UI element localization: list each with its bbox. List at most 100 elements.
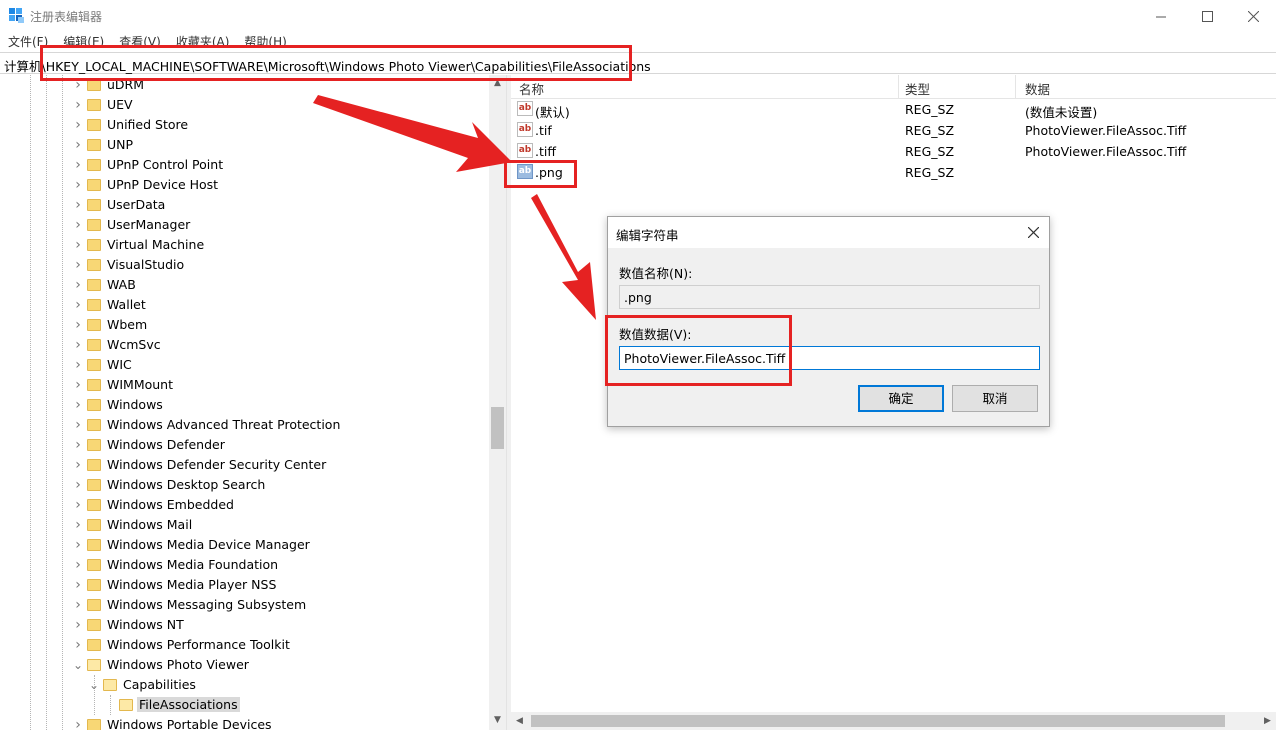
chevron-right-icon[interactable]: › <box>73 598 83 612</box>
tree-item[interactable]: ⌄ Capabilities <box>0 675 490 695</box>
chevron-right-icon[interactable]: › <box>73 458 83 472</box>
chevron-right-icon[interactable]: › <box>73 398 83 412</box>
tree-item[interactable]: › WIMMount <box>0 375 490 395</box>
tree-item[interactable]: ⌄ Windows Photo Viewer <box>0 655 490 675</box>
chevron-right-icon[interactable]: › <box>73 318 83 332</box>
scroll-down-icon[interactable]: ▼ <box>489 712 506 729</box>
chevron-right-icon[interactable]: › <box>73 258 83 272</box>
chevron-right-icon[interactable]: › <box>73 558 83 572</box>
list-item[interactable]: ab .tif REG_SZ PhotoViewer.FileAssoc.Tif… <box>511 120 1276 141</box>
scroll-left-icon[interactable]: ◀ <box>511 712 528 730</box>
tree-item[interactable]: › Windows Messaging Subsystem <box>0 595 490 615</box>
folder-icon <box>87 399 101 411</box>
tree-item[interactable]: › UserData <box>0 195 490 215</box>
chevron-right-icon[interactable]: › <box>73 538 83 552</box>
tree-item[interactable]: FileAssociations <box>0 695 490 715</box>
folder-icon <box>87 219 101 231</box>
tree-item-label: WcmSvc <box>107 337 161 352</box>
chevron-right-icon[interactable]: › <box>73 338 83 352</box>
tree-item[interactable]: › Windows Media Foundation <box>0 555 490 575</box>
chevron-right-icon[interactable]: › <box>73 478 83 492</box>
tree-item[interactable]: › UNP <box>0 135 490 155</box>
tree-item[interactable]: › WIC <box>0 355 490 375</box>
tree-item[interactable]: › UPnP Device Host <box>0 175 490 195</box>
tree-item[interactable]: › Windows Media Device Manager <box>0 535 490 555</box>
list-horizontal-scrollbar[interactable]: ◀ ▶ <box>511 712 1276 730</box>
tree-item[interactable]: › Windows NT <box>0 615 490 635</box>
close-button[interactable] <box>1230 0 1276 32</box>
tree-scroll-thumb[interactable] <box>491 407 504 449</box>
chevron-down-icon[interactable]: ⌄ <box>89 678 99 692</box>
tree-item[interactable]: › Windows Mail <box>0 515 490 535</box>
chevron-right-icon[interactable]: › <box>73 718 83 730</box>
tree-item[interactable]: › Wallet <box>0 295 490 315</box>
dialog-close-button[interactable] <box>1022 222 1044 244</box>
chevron-right-icon[interactable]: › <box>73 98 83 112</box>
tree-item[interactable]: › Windows Portable Devices <box>0 715 490 730</box>
chevron-right-icon[interactable]: › <box>73 498 83 512</box>
column-type[interactable]: 类型 <box>905 79 930 98</box>
chevron-right-icon[interactable]: › <box>73 138 83 152</box>
chevron-right-icon[interactable]: › <box>73 118 83 132</box>
tree-item[interactable]: › Windows Defender Security Center <box>0 455 490 475</box>
minimize-button[interactable] <box>1138 0 1184 32</box>
chevron-right-icon[interactable]: › <box>73 358 83 372</box>
chevron-right-icon[interactable]: › <box>73 418 83 432</box>
tree-item[interactable]: › Windows <box>0 395 490 415</box>
column-name[interactable]: 名称 <box>519 79 544 98</box>
maximize-button[interactable] <box>1184 0 1230 32</box>
tree-item[interactable]: › Windows Desktop Search <box>0 475 490 495</box>
chevron-right-icon[interactable]: › <box>73 578 83 592</box>
chevron-right-icon[interactable]: › <box>73 518 83 532</box>
tree-item-label: Unified Store <box>107 117 189 132</box>
tree-item[interactable]: › Virtual Machine <box>0 235 490 255</box>
tree-item[interactable]: › UEV <box>0 95 490 115</box>
value-data: PhotoViewer.FileAssoc.Tiff <box>1025 123 1187 138</box>
tree-item[interactable]: › Wbem <box>0 315 490 335</box>
scroll-right-icon[interactable]: ▶ <box>1259 712 1276 730</box>
tree-item[interactable]: › WcmSvc <box>0 335 490 355</box>
chevron-right-icon[interactable]: › <box>73 378 83 392</box>
tree-item[interactable]: › UPnP Control Point <box>0 155 490 175</box>
chevron-right-icon[interactable]: › <box>73 618 83 632</box>
column-data[interactable]: 数据 <box>1025 79 1050 98</box>
tree-item[interactable]: › VisualStudio <box>0 255 490 275</box>
list-item-selected[interactable]: ab .png REG_SZ <box>511 162 1276 183</box>
list-item[interactable]: ab (默认) REG_SZ (数值未设置) <box>511 99 1276 120</box>
tree-item[interactable]: › Unified Store <box>0 115 490 135</box>
tree-item[interactable]: › Windows Advanced Threat Protection <box>0 415 490 435</box>
cancel-button[interactable]: 取消 <box>952 385 1038 412</box>
chevron-right-icon[interactable]: › <box>73 198 83 212</box>
list-scroll-thumb[interactable] <box>531 715 1225 727</box>
tree-item-label: Windows Desktop Search <box>107 477 266 492</box>
tree-item-label: Windows Photo Viewer <box>107 657 249 672</box>
tree-item[interactable]: › Windows Performance Toolkit <box>0 635 490 655</box>
tree-item-label: UPnP Control Point <box>107 157 224 172</box>
chevron-right-icon[interactable]: › <box>73 638 83 652</box>
chevron-down-icon[interactable]: ⌄ <box>73 658 83 672</box>
tree-item-label: Windows Mail <box>107 517 193 532</box>
tree-item-label: Windows Performance Toolkit <box>107 637 290 652</box>
string-value-icon: ab <box>517 122 533 137</box>
value-data: (数值未设置) <box>1025 105 1098 120</box>
chevron-right-icon[interactable]: › <box>73 158 83 172</box>
chevron-right-icon[interactable]: › <box>73 438 83 452</box>
folder-icon <box>87 159 101 171</box>
chevron-right-icon[interactable]: › <box>73 238 83 252</box>
folder-icon <box>87 379 101 391</box>
list-item[interactable]: ab .tiff REG_SZ PhotoViewer.FileAssoc.Ti… <box>511 141 1276 162</box>
ok-button[interactable]: 确定 <box>858 385 944 412</box>
key-tree[interactable]: › uDRM › UEV › Unified Store › UNP › UPnP Control… <box>0 75 506 730</box>
chevron-right-icon[interactable]: › <box>73 278 83 292</box>
tree-item[interactable]: › Windows Defender <box>0 435 490 455</box>
chevron-right-icon[interactable]: › <box>73 218 83 232</box>
tree-item[interactable]: › Windows Embedded <box>0 495 490 515</box>
string-value-icon: ab <box>517 143 533 158</box>
tree-item[interactable]: › UserManager <box>0 215 490 235</box>
tree-item[interactable]: › WAB <box>0 275 490 295</box>
tree-item[interactable]: › Windows Media Player NSS <box>0 575 490 595</box>
folder-icon <box>87 519 101 531</box>
dialog-title-bar: 编辑字符串 <box>608 217 1049 248</box>
chevron-right-icon[interactable]: › <box>73 178 83 192</box>
chevron-right-icon[interactable]: › <box>73 298 83 312</box>
